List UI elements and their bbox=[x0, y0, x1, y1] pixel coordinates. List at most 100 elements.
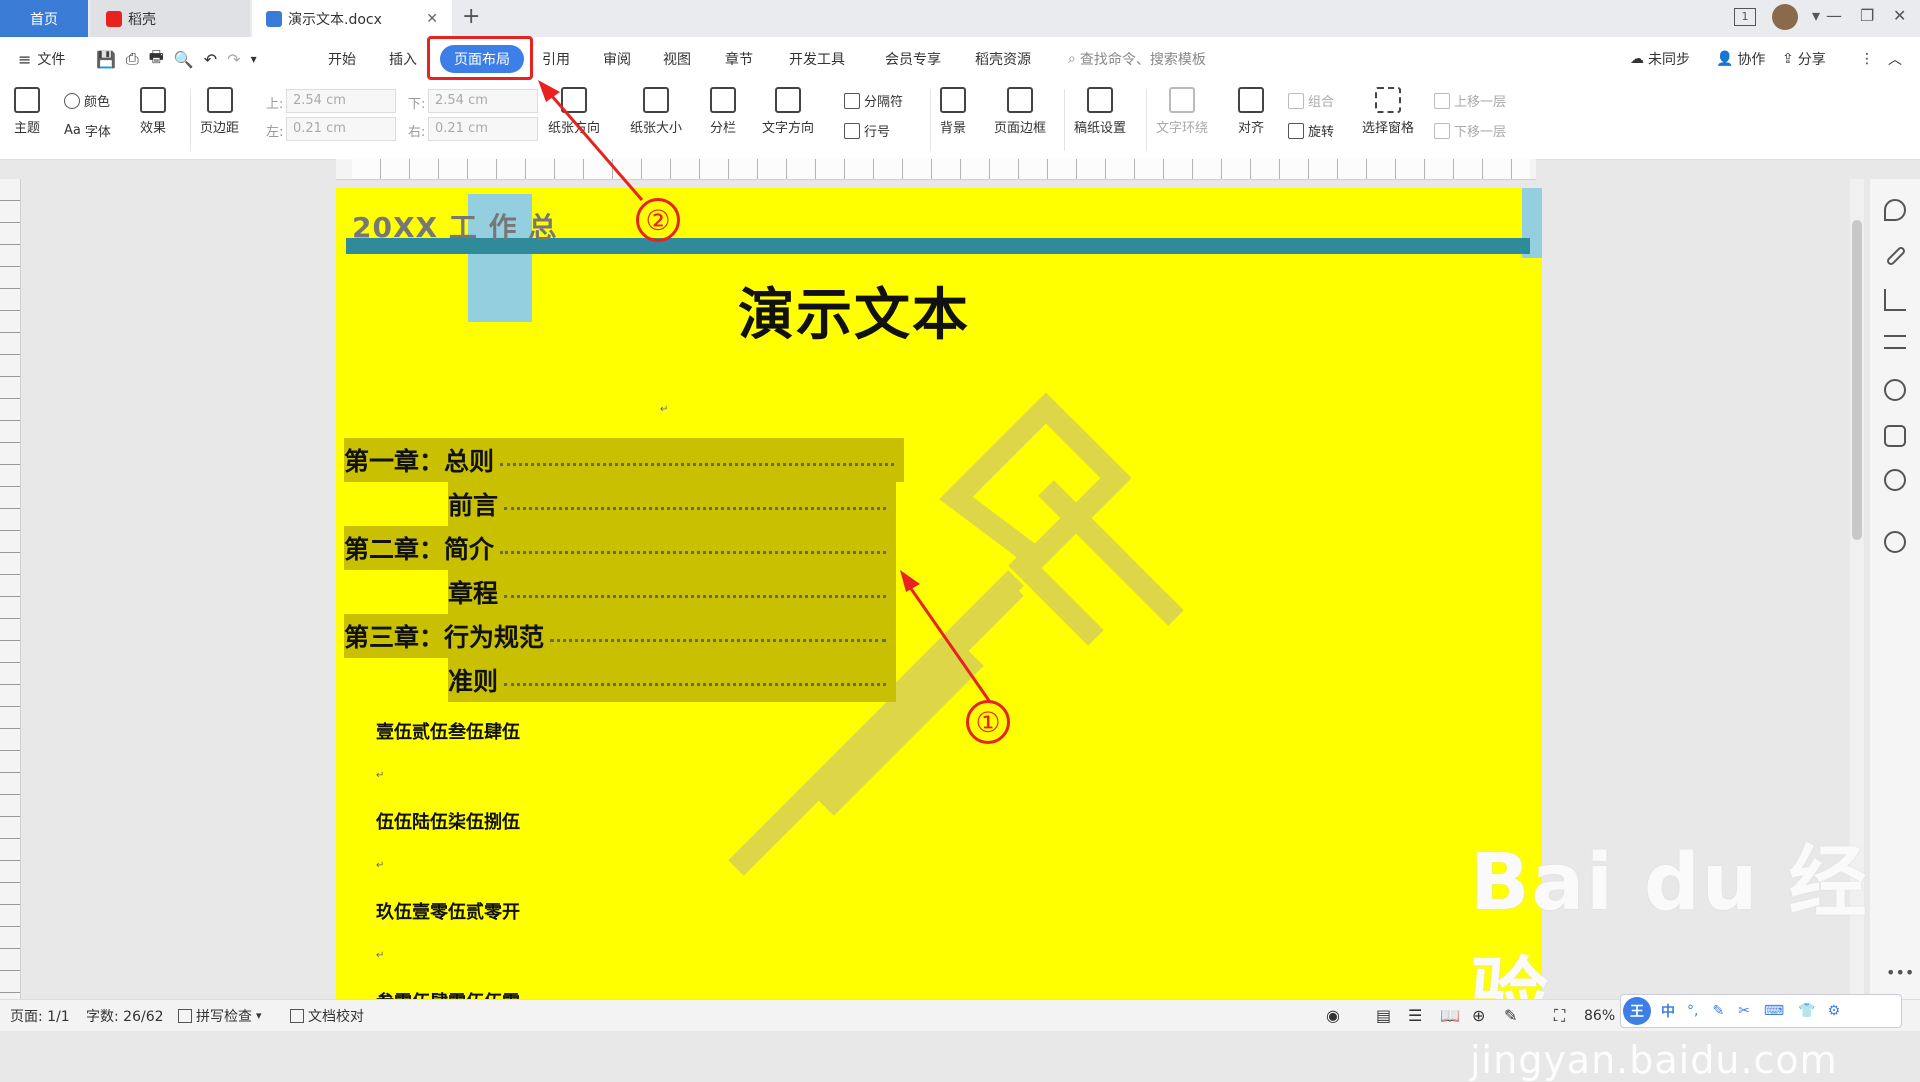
word-count[interactable]: 字数: 26/62 bbox=[86, 1000, 164, 1031]
menu-devtools[interactable]: 开发工具 bbox=[789, 37, 845, 81]
background-button[interactable]: 背景 bbox=[940, 87, 966, 136]
proofread-button[interactable]: 文档校对 bbox=[290, 1000, 364, 1031]
menu-insert[interactable]: 插入 bbox=[389, 37, 417, 81]
theme-button[interactable]: 主题 bbox=[14, 87, 40, 136]
group-button[interactable]: 组合 bbox=[1288, 91, 1334, 110]
toc-entry[interactable]: 准则 bbox=[448, 658, 892, 702]
new-tab-button[interactable]: + bbox=[462, 4, 480, 29]
command-search[interactable]: ⌕ 查找命令、搜索模板 bbox=[1068, 37, 1206, 81]
page-view-icon[interactable]: ▤ bbox=[1376, 1000, 1391, 1031]
ime-mode-label[interactable]: 中 bbox=[1661, 1001, 1675, 1021]
document-page[interactable]: 20XX 工 作 总 演示文本 ↵ 第一章： 总则 前言 第二章： 简介 章程 … bbox=[336, 188, 1542, 1000]
select-pane-button[interactable]: 选择窗格 bbox=[1362, 87, 1414, 136]
export-icon[interactable]: ⎙ bbox=[126, 49, 139, 69]
customize-icon[interactable]: ▾ bbox=[251, 52, 257, 66]
preview-icon[interactable]: 🔍 bbox=[174, 50, 194, 69]
close-window-button[interactable]: ✕ bbox=[1893, 6, 1906, 25]
ime-punct-icon[interactable]: °, bbox=[1687, 1003, 1698, 1019]
body-paragraph[interactable]: 玖伍壹零伍贰零开 bbox=[376, 898, 520, 924]
ime-toolbar[interactable]: 王 中 °, ✎ ✂ ⌨ 👕 ⚙ bbox=[1620, 994, 1902, 1028]
save-icon[interactable]: 💾 bbox=[96, 50, 116, 69]
collab-button[interactable]: 👤 协作 bbox=[1716, 37, 1765, 81]
redo-icon[interactable]: ↷ bbox=[227, 50, 240, 69]
send-backward-button[interactable]: 下移一层 bbox=[1434, 121, 1506, 140]
zoom-level[interactable]: 86% bbox=[1584, 1000, 1615, 1031]
read-view-icon[interactable]: 📖 bbox=[1440, 1000, 1460, 1031]
menu-reference[interactable]: 引用 bbox=[542, 37, 570, 81]
columns-button[interactable]: 分栏 bbox=[710, 87, 736, 136]
menu-chapter[interactable]: 章节 bbox=[725, 37, 753, 81]
orientation-button[interactable]: 纸张方向 bbox=[548, 87, 600, 136]
toc-entry[interactable]: 第二章： 简介 bbox=[344, 526, 892, 570]
avatar[interactable] bbox=[1772, 4, 1798, 30]
menu-review[interactable]: 审阅 bbox=[603, 37, 631, 81]
toc-entry[interactable]: 章程 bbox=[448, 570, 892, 614]
ime-keyboard-icon[interactable]: ⌨ bbox=[1764, 1003, 1784, 1019]
file-menu[interactable]: ≡ 文件 bbox=[18, 37, 65, 81]
text-wrap-button[interactable]: 文字环绕 bbox=[1156, 87, 1208, 136]
right-margin-input[interactable]: 0.21 cm bbox=[428, 117, 538, 141]
effect-button[interactable]: 效果 bbox=[140, 87, 166, 136]
menu-view[interactable]: 视图 bbox=[663, 37, 691, 81]
outline-view-icon[interactable]: ☰ bbox=[1408, 1000, 1422, 1031]
write-view-icon[interactable]: ✎ bbox=[1504, 1000, 1517, 1031]
spell-check-button[interactable]: 拼写检查 ▾ bbox=[178, 1000, 262, 1031]
help-icon[interactable] bbox=[1884, 379, 1906, 401]
eye-protection-icon[interactable]: ◉ bbox=[1326, 1000, 1340, 1031]
manuscript-button[interactable]: 稿纸设置 bbox=[1074, 87, 1126, 136]
vertical-ruler[interactable] bbox=[0, 179, 21, 999]
scrollbar-thumb[interactable] bbox=[1852, 220, 1862, 540]
text-direction-button[interactable]: 文字方向 bbox=[762, 87, 814, 136]
restore-button[interactable]: ❐ bbox=[1860, 6, 1874, 25]
rocket-icon[interactable] bbox=[1884, 199, 1906, 221]
more-options-icon[interactable]: ⋮ bbox=[1860, 37, 1874, 81]
body-paragraph[interactable]: 壹伍贰伍叁伍肆伍 bbox=[376, 718, 520, 744]
toc-entry[interactable]: 第三章： 行为规范 bbox=[344, 614, 892, 658]
tab-home[interactable]: 首页 bbox=[0, 0, 88, 37]
color-button[interactable]: 颜色 bbox=[64, 91, 110, 110]
paper-size-button[interactable]: 纸张大小 bbox=[630, 87, 682, 136]
image-icon[interactable] bbox=[1884, 425, 1906, 447]
ime-scissors-icon[interactable]: ✂ bbox=[1738, 1003, 1750, 1019]
top-margin-input[interactable]: 2.54 cm bbox=[286, 89, 396, 113]
settings-slider-icon[interactable] bbox=[1884, 335, 1906, 349]
ime-pen-icon[interactable]: ✎ bbox=[1712, 1003, 1724, 1019]
page-indicator[interactable]: 页面: 1/1 bbox=[10, 1000, 70, 1031]
palette-icon[interactable] bbox=[1884, 531, 1906, 553]
breaks-button[interactable]: 分隔符 bbox=[844, 91, 903, 110]
menu-start[interactable]: 开始 bbox=[328, 37, 356, 81]
tab-document[interactable]: 演示文本.docx ✕ bbox=[252, 0, 452, 37]
user-menu-icon[interactable]: ▾ bbox=[1812, 6, 1820, 25]
minimize-button[interactable]: — bbox=[1826, 6, 1842, 25]
share-button[interactable]: ⇪ 分享 bbox=[1782, 37, 1826, 81]
ime-skin-icon[interactable]: 👕 bbox=[1798, 1003, 1815, 1019]
pen-icon[interactable] bbox=[1885, 245, 1907, 267]
font-button[interactable]: Aa 字体 bbox=[64, 121, 111, 140]
compass-icon[interactable] bbox=[1884, 469, 1906, 491]
cursor-icon[interactable] bbox=[1884, 289, 1906, 311]
page-count-icon[interactable]: 1 bbox=[1734, 8, 1756, 26]
body-paragraph[interactable]: 伍伍陆伍柒伍捌伍 bbox=[376, 808, 520, 834]
toc-entry[interactable]: 前言 bbox=[448, 482, 892, 526]
page-border-button[interactable]: 页面边框 bbox=[994, 87, 1046, 136]
margin-button[interactable]: 页边距 bbox=[200, 87, 239, 136]
toc-entry[interactable]: 第一章： 总则 bbox=[344, 438, 900, 482]
close-tab-icon[interactable]: ✕ bbox=[426, 11, 438, 27]
print-icon[interactable]: 🖶 bbox=[149, 46, 164, 73]
menu-daoke-resources[interactable]: 稻壳资源 bbox=[975, 37, 1031, 81]
collapse-ribbon-icon[interactable]: ︿ bbox=[1888, 37, 1902, 81]
sync-status[interactable]: ☁ 未同步 bbox=[1630, 37, 1690, 81]
line-number-button[interactable]: 行号 bbox=[844, 121, 890, 140]
document-title[interactable]: 演示文本 bbox=[738, 270, 970, 351]
bottom-margin-input[interactable]: 2.54 cm bbox=[428, 89, 538, 113]
fit-page-icon[interactable]: ⛶ bbox=[1554, 1000, 1565, 1031]
left-margin-input[interactable]: 0.21 cm bbox=[286, 117, 396, 141]
align-button[interactable]: 对齐 bbox=[1238, 87, 1264, 136]
web-view-icon[interactable]: ⊕ bbox=[1472, 1000, 1485, 1031]
menu-member[interactable]: 会员专享 bbox=[885, 37, 941, 81]
ime-settings-icon[interactable]: ⚙ bbox=[1828, 1003, 1841, 1019]
undo-icon[interactable]: ↶ bbox=[204, 50, 217, 69]
rotate-button[interactable]: 旋转 bbox=[1288, 121, 1334, 140]
tab-daoke[interactable]: 稻壳 bbox=[90, 0, 250, 37]
bring-forward-button[interactable]: 上移一层 bbox=[1434, 91, 1506, 110]
